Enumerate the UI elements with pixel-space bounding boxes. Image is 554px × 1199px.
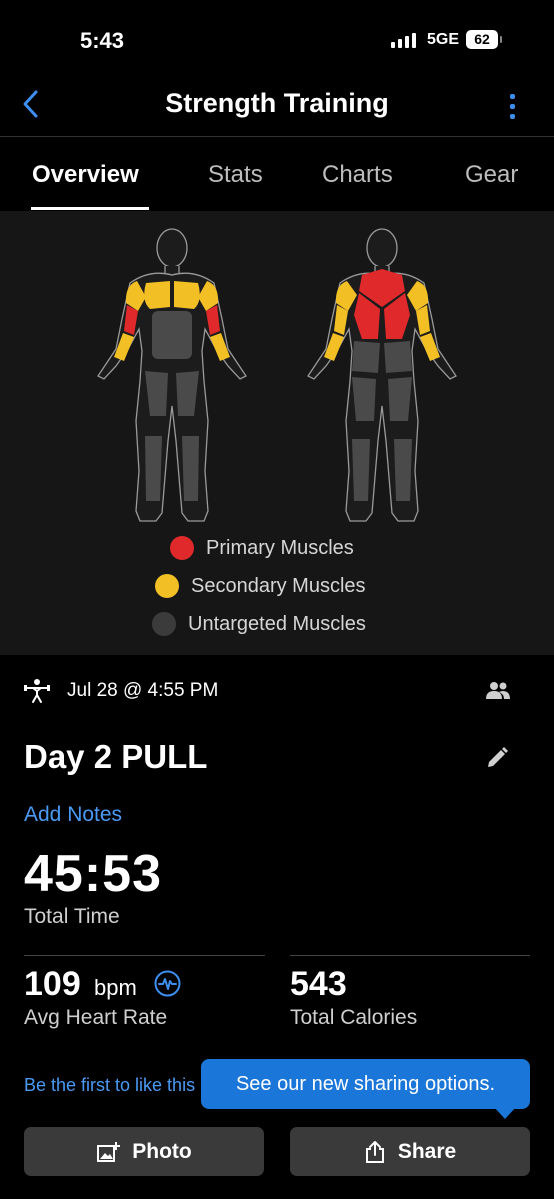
active-tab-indicator [31,207,149,210]
workout-name: Day 2 PULL [24,738,208,775]
tab-bar: Overview Stats Charts Gear [0,137,554,211]
legend-untargeted-dot [152,612,176,636]
legend-untargeted-label: Untargeted Muscles [188,612,366,635]
sharing-tooltip[interactable]: See our new sharing options. [201,1059,530,1109]
strength-training-icon [24,679,50,703]
add-notes-link[interactable]: Add Notes [24,803,122,827]
total-time-value: 45:53 [24,845,162,903]
calories-label: Total Calories [290,1006,418,1029]
calories-value: 543 [290,965,347,1003]
battery-icon: 62 [466,30,502,49]
status-time: 5:43 [80,28,125,53]
heart-rate-zones-icon[interactable] [154,970,181,997]
muscle-map-panel: Primary Muscles Secondary Muscles Untarg… [0,211,554,655]
divider-left [24,955,265,956]
activity-meta: Jul 28 @ 4:55 PM [24,679,530,704]
muscle-map-figure [97,228,457,522]
legend-primary-label: Primary Muscles [206,536,354,559]
photo-button-label: Photo [132,1139,192,1163]
more-options-icon[interactable] [500,86,524,126]
legend-secondary-dot [155,574,179,598]
like-prompt-link[interactable]: Be the first to like this [24,1075,204,1096]
signal-icon [391,32,416,48]
tab-stats[interactable]: Stats [208,161,263,189]
front-body-figure [97,228,247,522]
status-bar: 5:43 5GE 62 [0,0,554,80]
group-icon[interactable] [484,680,512,702]
legend-secondary: Secondary Muscles [155,574,366,598]
tab-gear[interactable]: Gear [465,161,518,189]
nav-bar: Strength Training [0,80,554,137]
network-label: 5GE [427,31,460,48]
heart-rate-label: Avg Heart Rate [24,1006,168,1029]
add-photo-icon [97,1141,121,1162]
total-time-label: Total Time [24,905,120,928]
tab-overview[interactable]: Overview [32,161,139,189]
heart-rate-unit: bpm [94,975,137,1000]
share-icon [365,1140,384,1163]
share-button[interactable]: Share [290,1127,530,1176]
edit-pencil-icon[interactable] [484,745,510,771]
divider-right [290,955,530,956]
activity-datetime: Jul 28 @ 4:55 PM [67,680,219,701]
heart-rate-value: 109 [24,965,81,1003]
tooltip-pointer [494,1107,516,1119]
photo-button[interactable]: Photo [24,1127,264,1176]
share-button-label: Share [397,1139,457,1163]
tab-charts[interactable]: Charts [322,161,393,189]
legend-secondary-label: Secondary Muscles [191,574,366,597]
legend-untargeted: Untargeted Muscles [152,612,366,636]
legend-primary: Primary Muscles [170,536,354,560]
legend-primary-dot [170,536,194,560]
page-title: Strength Training [165,88,389,118]
back-body-figure [307,228,457,522]
